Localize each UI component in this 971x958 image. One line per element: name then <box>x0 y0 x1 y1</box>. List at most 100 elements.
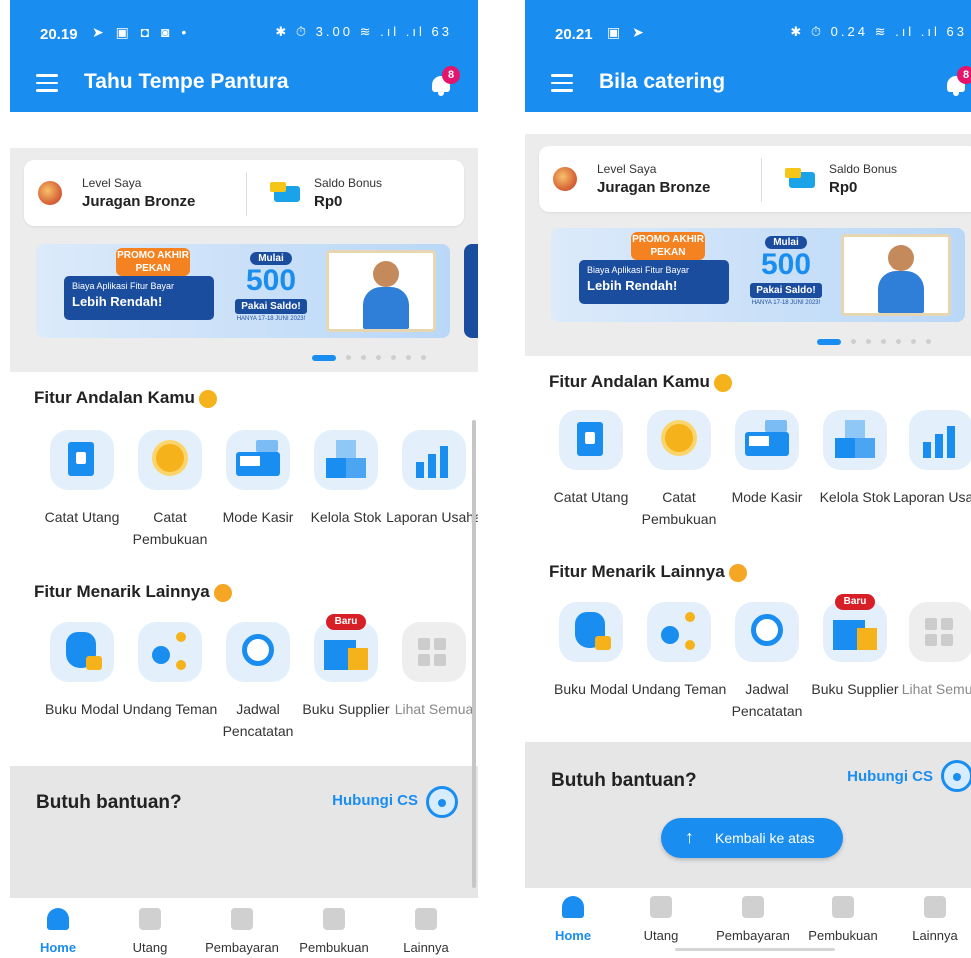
level-value: Juragan Bronze <box>597 179 711 196</box>
wallet-nav-icon <box>231 908 253 930</box>
promo-price: Mulai 500 Pakai Saldo! HANYA 17-18 JUNI … <box>228 248 314 322</box>
feature-label: Kelola Stok <box>819 489 891 505</box>
section-title-featured: Fitur Andalan Kamu <box>34 388 217 408</box>
level-card[interactable]: Level Saya Juragan Bronze Saldo Bonus Rp… <box>539 146 971 212</box>
phone-screen-left: 20.19 ➤ ▣ ◘ ◙ • ✱ ⏱ 3.00 ≋ .ıl .ıl 63 Ta… <box>10 0 478 958</box>
wallet-icon <box>785 168 815 188</box>
promo-pakai: Pakai Saldo! <box>235 299 307 314</box>
home-icon <box>562 896 584 918</box>
person-card-icon <box>139 908 161 930</box>
bronze-medal-icon <box>38 181 62 205</box>
sync-icon <box>323 908 345 930</box>
status-icons: ✱ ⏱ 0.24 ≋ .ıl .ıl 63 <box>790 24 967 39</box>
grid-nav-icon <box>924 896 946 918</box>
feature-label: Mode Kasir <box>731 489 803 505</box>
nav-label: Pembayaran <box>716 928 790 943</box>
feature-label: Buku Modal <box>45 701 119 717</box>
page-title: Tahu Tempe Pantura <box>84 70 289 93</box>
boxes-icon <box>314 430 378 490</box>
feature-label: Buku Modal <box>554 681 628 697</box>
wallet-nav-icon <box>742 896 764 918</box>
coin-cycle-icon <box>138 430 202 490</box>
summary-section: Level Saya Juragan Bronze Saldo Bonus Rp… <box>525 134 971 356</box>
card-divider <box>246 172 247 216</box>
contact-cs-link[interactable]: Hubungi CS <box>847 768 933 785</box>
promo-amount: 500 <box>245 264 297 297</box>
nav-label: Lainnya <box>912 928 958 943</box>
sync-icon <box>832 896 854 918</box>
level-label: Level Saya <box>82 176 142 190</box>
bottom-nav: Home Utang Pembayaran Pembukuan Lainnya <box>525 888 971 954</box>
status-time: 20.19 <box>40 26 78 43</box>
ok-hand-emoji-icon <box>198 389 217 408</box>
alarm-clock-icon <box>226 622 290 682</box>
supplier-icon <box>314 622 378 682</box>
hamburger-menu-icon[interactable] <box>36 74 58 92</box>
page-title: Bila catering <box>599 70 726 93</box>
promo-tag: PROMO AKHIR PEKAN <box>631 232 705 260</box>
nav-label: Utang <box>643 928 679 943</box>
feature-label: Lihat Semua <box>901 681 971 697</box>
feature-label: Mode Kasir <box>222 509 294 525</box>
notification-bell-icon[interactable]: 8 <box>945 66 971 96</box>
book-icon <box>559 410 623 470</box>
new-badge: Baru <box>835 594 875 610</box>
feature-label: Lihat Semua <box>394 701 474 717</box>
headset-icon[interactable] <box>941 760 971 792</box>
bonus-label: Saldo Bonus <box>829 162 898 176</box>
scrollbar[interactable] <box>472 420 476 888</box>
nav-label: Home <box>39 940 77 955</box>
feature-label: Laporan Usaha <box>893 489 971 505</box>
nav-label: Lainnya <box>403 940 449 955</box>
new-badge: Baru <box>326 614 366 630</box>
money-bag-icon <box>559 602 623 662</box>
contact-cs-link[interactable]: Hubungi CS <box>332 792 418 809</box>
back-to-top-button[interactable]: ↑ Kembali ke atas <box>661 818 843 858</box>
supplier-icon <box>823 602 887 662</box>
nav-label: Home <box>554 928 592 943</box>
promo-amount: 500 <box>760 248 812 281</box>
boxes-icon <box>823 410 887 470</box>
promo-line1: Biaya Aplikasi Fitur Bayar <box>72 281 175 291</box>
help-section: Butuh bantuan? Hubungi CS <box>525 742 971 888</box>
notification-icons: ▣ ➤ <box>607 24 648 40</box>
home-icon <box>47 908 69 930</box>
hamburger-menu-icon[interactable] <box>551 74 573 92</box>
promo-line1: Biaya Aplikasi Fitur Bayar <box>587 265 690 275</box>
status-icons: ✱ ⏱ 3.00 ≋ .ıl .ıl 63 <box>275 24 452 39</box>
feature-label: Jadwal Pencatatan <box>731 681 803 719</box>
summary-section: Level Saya Juragan Bronze Saldo Bonus Rp… <box>10 148 478 372</box>
ok-hand-emoji-icon <box>713 373 732 392</box>
phone-screen-right: 20.21 ▣ ➤ ✱ ⏱ 0.24 ≋ .ıl .ıl 63 Bila cat… <box>525 0 971 958</box>
feature-label: Catat Pembukuan <box>132 509 208 547</box>
bonus-value: Rp0 <box>829 179 858 196</box>
notification-bell-icon[interactable]: 8 <box>430 66 460 96</box>
promo-banner[interactable]: PROMO AKHIR PEKAN Biaya Aplikasi Fitur B… <box>551 228 965 322</box>
bonus-value: Rp0 <box>314 193 343 210</box>
promo-date: HANYA 17-18 JUNI 2023! <box>751 300 821 306</box>
promo-banner[interactable]: PROMO AKHIR PEKAN Biaya Aplikasi Fitur B… <box>36 244 450 338</box>
bonus-label: Saldo Bonus <box>314 176 383 190</box>
card-divider <box>761 158 762 202</box>
status-bar: 20.19 ➤ ▣ ◘ ◙ • ✱ ⏱ 3.00 ≋ .ıl .ıl 63 <box>10 0 478 60</box>
alarm-clock-icon <box>735 602 799 662</box>
promo-person-image <box>326 250 436 332</box>
grid-icon <box>402 622 466 682</box>
report-chart-icon <box>402 430 466 490</box>
book-icon <box>50 430 114 490</box>
promo-price: Mulai 500 Pakai Saldo! HANYA 17-18 JUNI … <box>743 232 829 306</box>
notification-icons: ➤ ▣ ◘ ◙ • <box>92 24 191 40</box>
app-bar: Tahu Tempe Pantura 8 <box>10 60 478 112</box>
coin-cycle-icon <box>647 410 711 470</box>
arrow-up-icon: ↑ <box>685 827 694 847</box>
feature-label: Buku Supplier <box>811 681 899 697</box>
feature-label: Catat Utang <box>553 489 629 505</box>
headset-icon[interactable] <box>426 786 458 818</box>
help-title: Butuh bantuan? <box>551 770 697 791</box>
status-time: 20.21 <box>555 26 593 43</box>
status-bar: 20.21 ▣ ➤ ✱ ⏱ 0.24 ≋ .ıl .ıl 63 <box>525 0 971 60</box>
section-title-featured: Fitur Andalan Kamu <box>549 372 732 392</box>
nav-label: Pembayaran <box>205 940 279 955</box>
next-banner-peek[interactable] <box>464 244 478 338</box>
level-card[interactable]: Level Saya Juragan Bronze Saldo Bonus Rp… <box>24 160 464 226</box>
